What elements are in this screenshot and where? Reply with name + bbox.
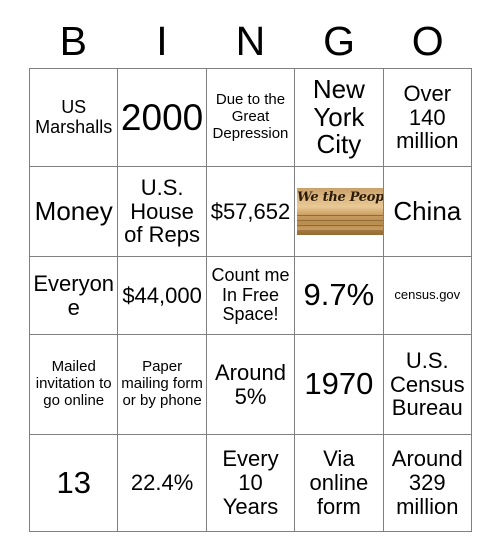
- bingo-cell-o5[interactable]: Around 329 million: [382, 434, 473, 532]
- bingo-cell-text: Paper mailing form or by phone: [121, 358, 203, 409]
- bingo-cell-text: 1970: [304, 366, 374, 402]
- bingo-header-letter-g: G: [323, 17, 356, 64]
- bingo-cell-o3[interactable]: census.gov: [382, 256, 473, 335]
- parchment-lines: [297, 212, 383, 235]
- bingo-cell-o1[interactable]: Over 140 million: [382, 68, 473, 167]
- bingo-cell-i3[interactable]: $44,000: [117, 256, 207, 335]
- we-the-people-text: We the People: [297, 190, 384, 205]
- bingo-cell-text: Around 329 million: [391, 446, 463, 519]
- bingo-cell-text: Due to the Great Depression: [212, 91, 289, 142]
- bingo-cell-text: Count me In Free Space!: [211, 264, 290, 325]
- bingo-cell-g2[interactable]: We the People: [294, 166, 384, 257]
- bingo-cell-text: 22.4%: [130, 470, 194, 496]
- bingo-header-letter-o: O: [411, 17, 444, 64]
- bingo-cell-text: 9.7%: [303, 277, 375, 313]
- bingo-header-row: B I N G O: [29, 14, 472, 68]
- bingo-cell-text: $44,000: [122, 282, 202, 308]
- bingo-cell-text: Everyone: [33, 270, 115, 320]
- bingo-cell-i4[interactable]: Paper mailing form or by phone: [117, 334, 207, 435]
- bingo-card: B I N G O US Marshalls 2000 Due to the G…: [0, 0, 500, 544]
- bingo-cell-b2[interactable]: Money: [28, 166, 119, 257]
- bingo-cell-b3[interactable]: Everyone: [28, 256, 119, 335]
- bingo-cell-o4[interactable]: U.S. Census Bureau: [382, 334, 473, 435]
- bingo-cell-i5[interactable]: 22.4%: [117, 434, 207, 532]
- bingo-cell-n5[interactable]: Every 10 Years: [205, 434, 296, 532]
- bingo-cell-text: $57,652: [210, 198, 291, 224]
- bingo-cell-i2[interactable]: U.S. House of Reps: [117, 166, 207, 257]
- bingo-cell-text: Every 10 Years: [222, 446, 279, 519]
- bingo-header-letter-b: B: [59, 17, 87, 64]
- bingo-cell-b5[interactable]: 13: [28, 434, 119, 532]
- bingo-header-letter-n: N: [235, 17, 266, 64]
- bingo-cell-g1[interactable]: New York City: [294, 68, 384, 167]
- bingo-cell-n2[interactable]: $57,652: [205, 166, 296, 257]
- bingo-cell-text: Mailed invitation to go online: [35, 358, 112, 409]
- bingo-cell-text: Over 140 million: [396, 80, 459, 154]
- bingo-cell-text: U.S. Census Bureau: [389, 347, 465, 421]
- bingo-cell-text: China: [393, 195, 462, 226]
- bingo-cell-b4[interactable]: Mailed invitation to go online: [28, 334, 119, 435]
- bingo-cell-text: Money: [34, 195, 113, 226]
- bingo-cell-text: Via online form: [309, 446, 369, 519]
- bingo-cell-g4[interactable]: 1970: [294, 334, 384, 435]
- bingo-row: Everyone $44,000 Count me In Free Space!…: [28, 256, 473, 335]
- bingo-header-letter-i: I: [156, 17, 168, 64]
- bingo-cell-text: US Marshalls: [35, 96, 113, 137]
- bingo-cell-text: 2000: [120, 96, 204, 138]
- bingo-cell-i1[interactable]: 2000: [117, 68, 207, 167]
- bingo-cell-g5[interactable]: Via online form: [294, 434, 384, 532]
- bingo-cell-g3[interactable]: 9.7%: [294, 256, 384, 335]
- bingo-cell-text: U.S. House of Reps: [124, 174, 200, 248]
- bingo-row: US Marshalls 2000 Due to the Great Depre…: [28, 68, 473, 167]
- bingo-cell-n4[interactable]: Around 5%: [205, 334, 296, 435]
- bingo-cell-o2[interactable]: China: [382, 166, 473, 257]
- bingo-grid: US Marshalls 2000 Due to the Great Depre…: [28, 68, 473, 532]
- bingo-cell-b1[interactable]: US Marshalls: [28, 68, 119, 167]
- us-constitution-image: We the People: [297, 188, 383, 235]
- bingo-cell-free-space[interactable]: Count me In Free Space!: [205, 256, 296, 335]
- bingo-cell-text: 13: [56, 464, 91, 500]
- bingo-cell-n1[interactable]: Due to the Great Depression: [205, 68, 296, 167]
- bingo-cell-text: New York City: [312, 74, 365, 160]
- bingo-cell-text: census.gov: [394, 287, 461, 303]
- bingo-row: Mailed invitation to go online Paper mai…: [28, 334, 473, 435]
- bingo-row: Money U.S. House of Reps $57,652 We the …: [28, 166, 473, 257]
- bingo-row: 13 22.4% Every 10 Years Via online form …: [28, 434, 473, 532]
- bingo-cell-text: Around 5%: [215, 359, 286, 409]
